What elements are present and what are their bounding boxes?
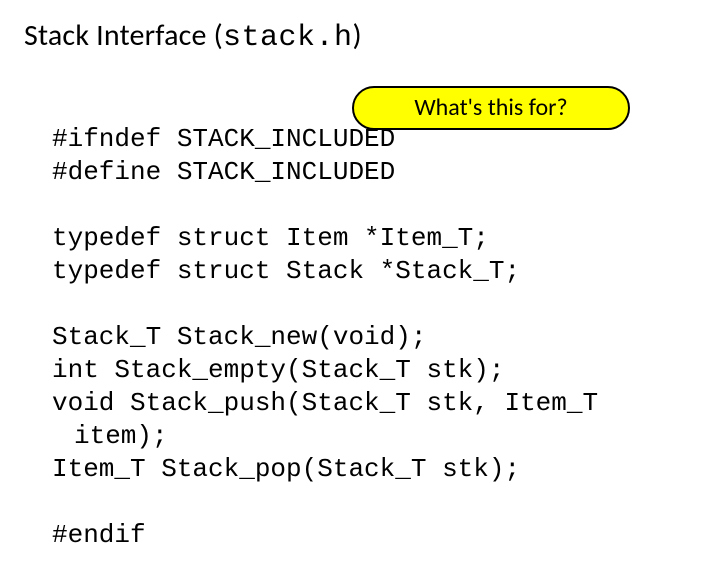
callout-text: What's this for? xyxy=(414,96,567,120)
code-block: #ifndef STACK_INCLUDED #define STACK_INC… xyxy=(52,90,696,585)
callout-bubble: What's this for? xyxy=(352,86,630,130)
code-line: #ifndef STACK_INCLUDED xyxy=(52,124,395,154)
code-line: typedef struct Stack *Stack_T; xyxy=(52,256,520,286)
title-filename: stack.h xyxy=(223,21,353,55)
title-suffix: ) xyxy=(352,17,361,54)
code-line: #define STACK_INCLUDED xyxy=(52,157,395,187)
code-line: #endif xyxy=(52,520,146,550)
code-line: Stack_T Stack_new(void); xyxy=(52,322,426,352)
slide-title: Stack Interface (stack.h) xyxy=(24,18,696,56)
slide: Stack Interface (stack.h) What's this fo… xyxy=(0,0,720,540)
title-prefix: Stack Interface ( xyxy=(24,17,223,54)
code-line: void Stack_push(Stack_T stk, Item_T xyxy=(52,388,598,418)
code-line: item); xyxy=(74,421,168,451)
code-area: What's this for? #ifndef STACK_INCLUDED … xyxy=(24,90,696,585)
code-line: int Stack_empty(Stack_T stk); xyxy=(52,355,504,385)
code-line: Item_T Stack_pop(Stack_T stk); xyxy=(52,454,520,484)
code-line: typedef struct Item *Item_T; xyxy=(52,223,489,253)
